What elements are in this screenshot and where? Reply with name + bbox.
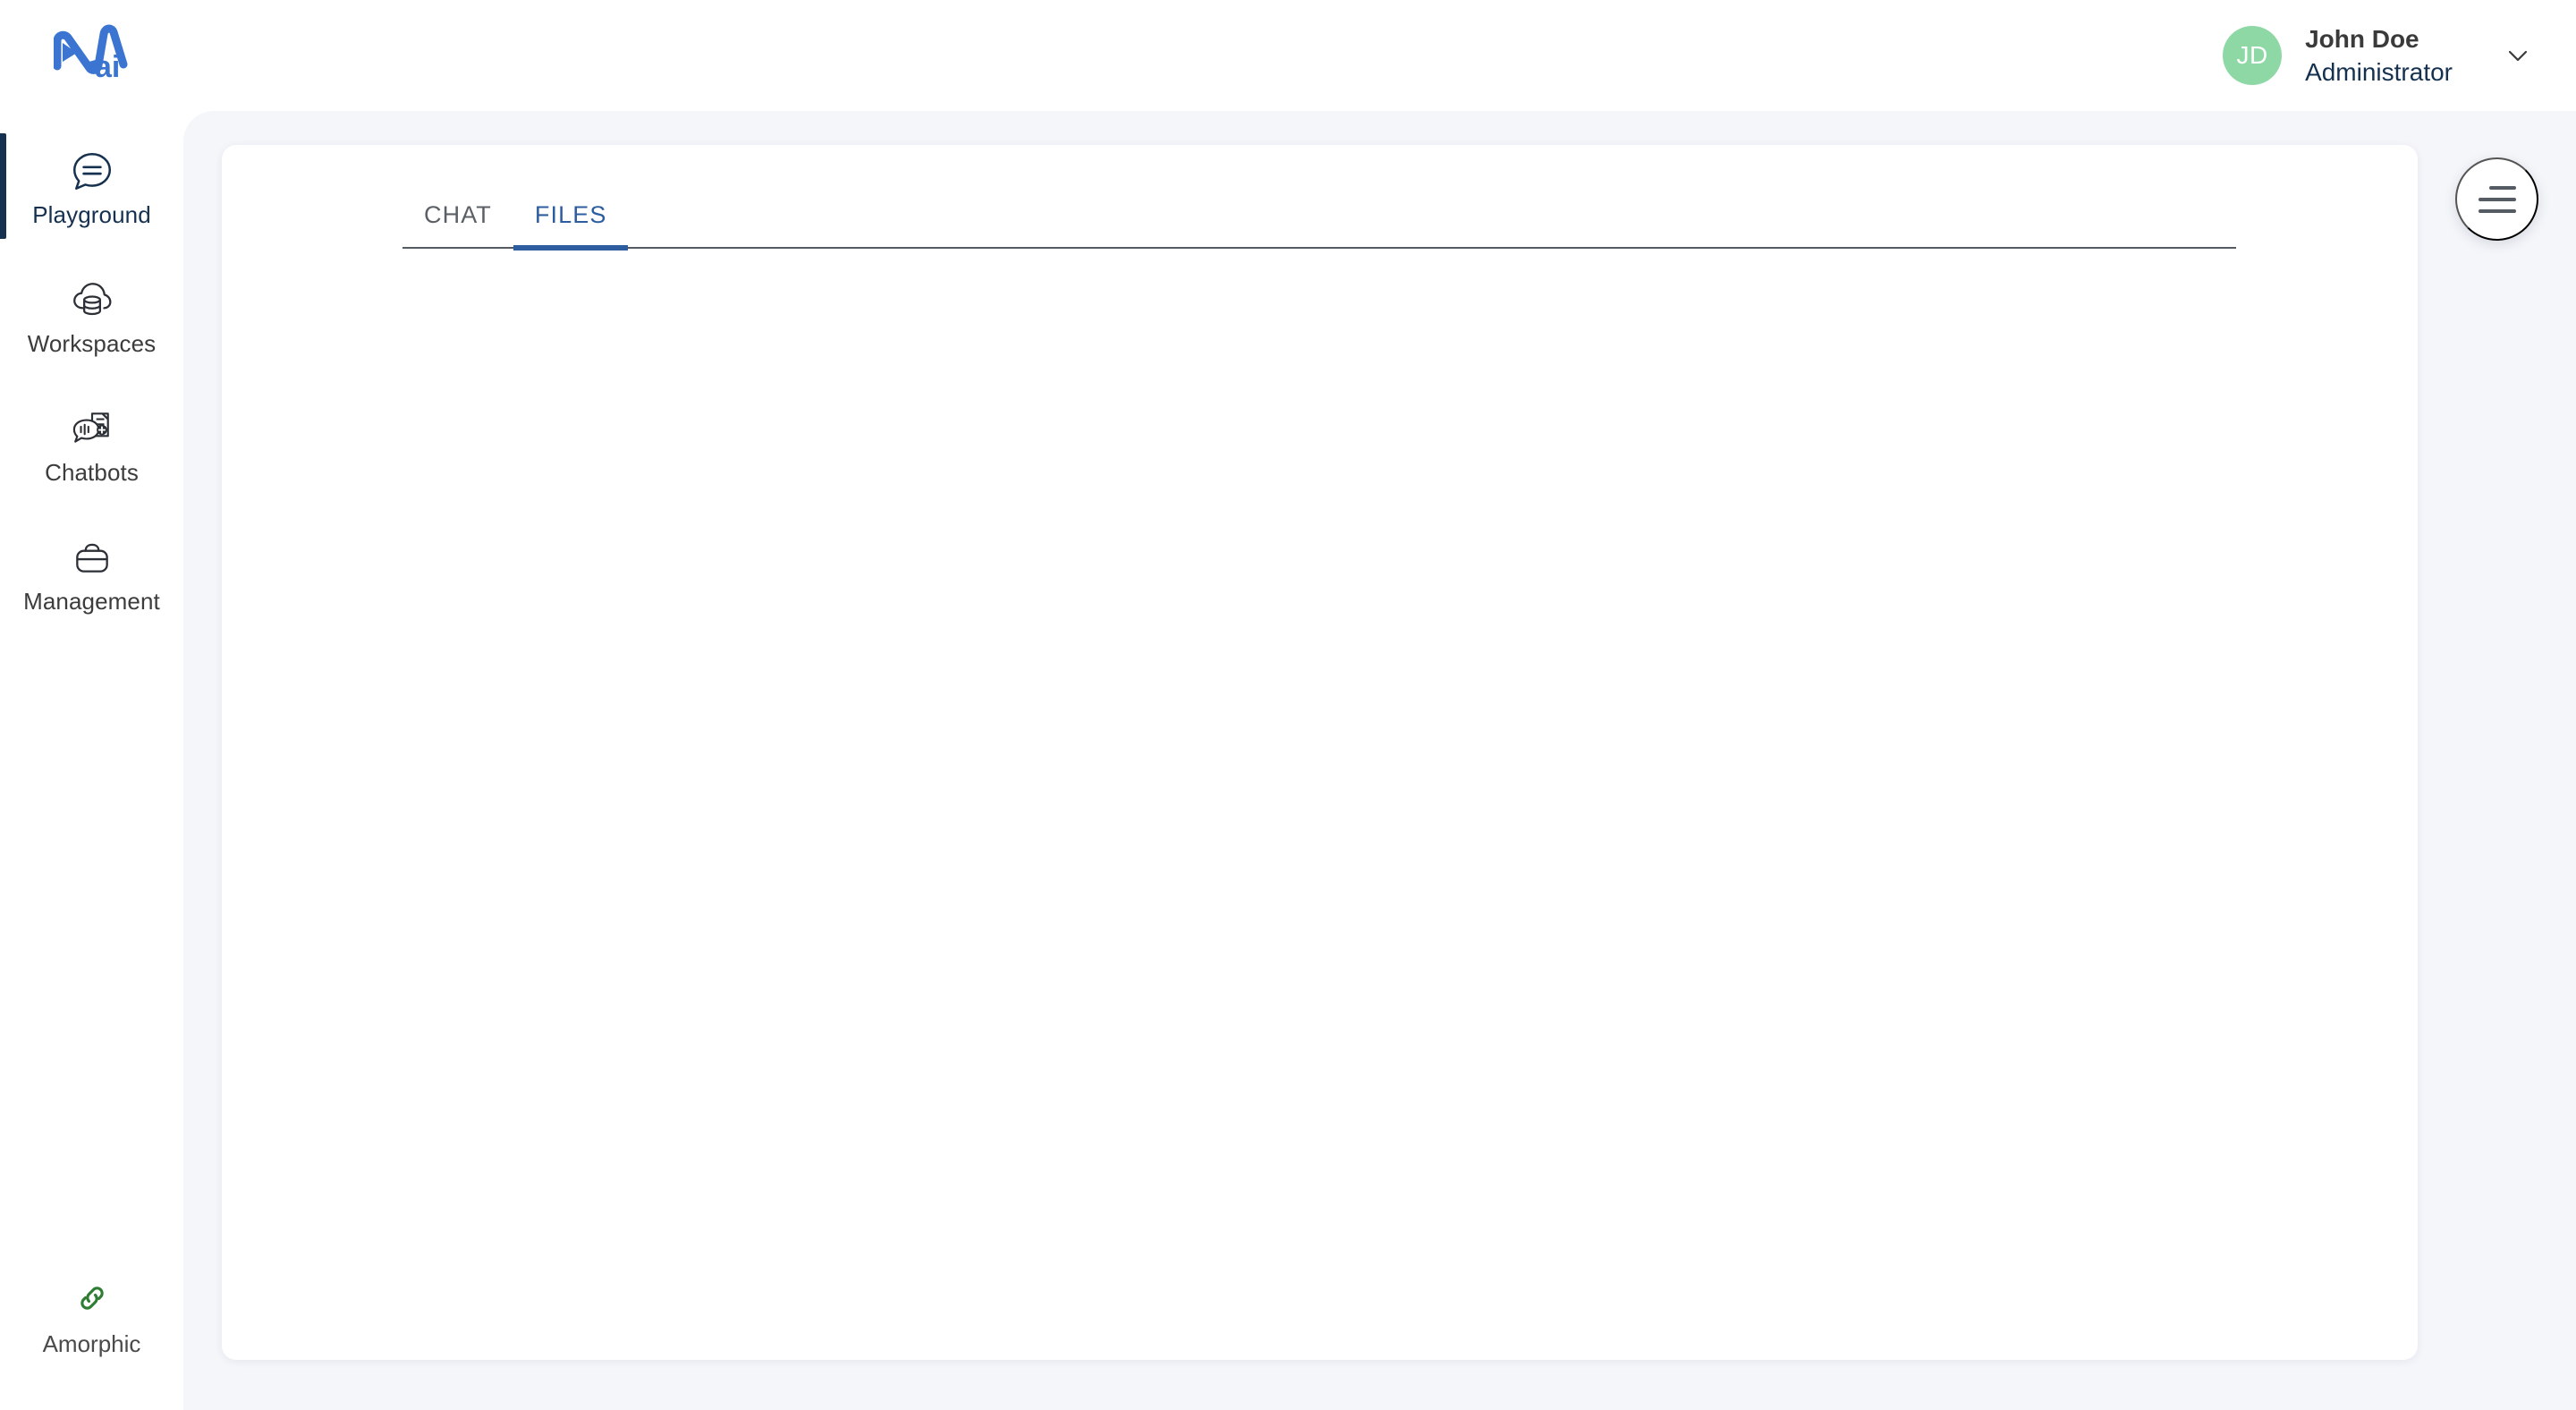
chatbot-document-icon (70, 406, 114, 453)
sidebar-item-label: Management (23, 587, 160, 615)
app-logo[interactable]: ai (0, 16, 183, 89)
hamburger-menu-button[interactable] (2455, 157, 2538, 241)
brand-logo-icon: ai (53, 24, 127, 82)
tab-chat[interactable]: CHAT (402, 201, 513, 247)
app-root: ai Playground Workspaces Chatbots Manage… (0, 0, 2576, 1410)
sidebar-item-label: Chatbots (45, 458, 139, 486)
user-menu[interactable]: JD John Doe Administrator (2223, 23, 2542, 88)
sidebar-item-playground[interactable]: Playground (0, 133, 183, 239)
sidebar-nav: Playground Workspaces Chatbots Managemen… (0, 133, 183, 654)
user-info: John Doe Administrator (2305, 23, 2453, 88)
briefcase-icon (70, 535, 114, 582)
avatar: JD (2223, 26, 2283, 85)
svg-text:ai: ai (95, 50, 120, 82)
sidebar-item-label: Workspaces (27, 329, 157, 357)
sidebar-item-management[interactable]: Management (0, 525, 183, 622)
hamburger-menu-icon (2478, 185, 2516, 213)
sidebar-item-label: Amorphic (42, 1330, 141, 1357)
user-name: John Doe (2305, 25, 2419, 53)
main-card: CHAT FILES (222, 145, 2418, 1360)
cloud-database-icon (70, 277, 114, 324)
chat-bubble-icon (70, 149, 114, 195)
sidebar-item-workspaces[interactable]: Workspaces (0, 268, 183, 364)
chevron-down-icon[interactable] (2494, 31, 2542, 80)
link-icon (72, 1278, 112, 1322)
tab-files[interactable]: FILES (513, 201, 629, 251)
tab-bar: CHAT FILES (402, 179, 2236, 251)
sidebar-item-label: Playground (32, 200, 151, 228)
sidebar: ai Playground Workspaces Chatbots Manage… (0, 0, 183, 1410)
top-bar: JD John Doe Administrator (183, 0, 2576, 111)
sidebar-item-chatbots[interactable]: Chatbots (0, 396, 183, 493)
sidebar-item-amorphic[interactable]: Amorphic (0, 1278, 183, 1358)
user-role: Administrator (2305, 58, 2453, 86)
